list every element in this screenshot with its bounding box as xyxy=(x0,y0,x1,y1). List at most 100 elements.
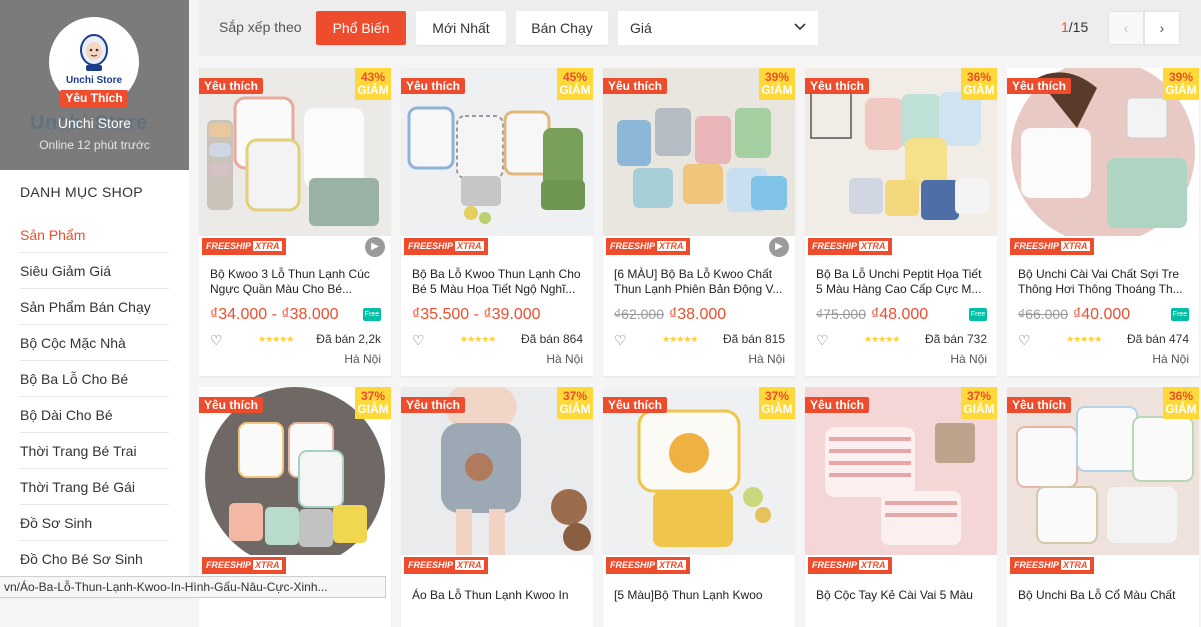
freeship-xtra-badge: FREESHIP XTRA xyxy=(202,238,286,255)
favorite-badge: Yêu thích xyxy=(199,397,264,413)
video-play-icon[interactable]: ▶ xyxy=(769,237,789,257)
sort-popular-button[interactable]: Phổ Biến xyxy=(316,11,406,45)
page-current: 1 xyxy=(1061,19,1069,35)
chevron-down-icon xyxy=(794,11,806,58)
category-item-home-shortsleeve[interactable]: Bộ Cộc Mặc Nhà xyxy=(20,325,169,361)
chevron-left-icon: ‹ xyxy=(1123,20,1129,36)
favorite-badge: Yêu thích xyxy=(805,397,870,413)
xtra-text: XTRA xyxy=(253,560,282,570)
product-card[interactable]: Yêu thích 37% GIẢM FREESHIP XTRA Bộ Cộc Ta… xyxy=(805,387,997,627)
product-name[interactable]: Bộ Ba Lỗ Kwoo Thun Lạnh Cho Bé 5 Màu Họa… xyxy=(412,267,584,297)
product-card[interactable]: Yêu thích 39% GIẢM FREESHIP XTRA ▶ [6 MÀU]… xyxy=(603,68,795,376)
video-play-icon[interactable]: ▶ xyxy=(365,237,385,257)
product-name[interactable]: Bộ Ba Lỗ Unchi Peptit Họa Tiết 5 Màu Hàn… xyxy=(816,267,988,297)
sort-bestseller-button[interactable]: Bán Chạy xyxy=(516,11,608,45)
category-item-products[interactable]: Sản Phẩm xyxy=(20,217,169,253)
freeship-text: FREESHIP xyxy=(1014,241,1060,251)
category-item-bestseller[interactable]: Sản Phẩm Bán Chạy xyxy=(20,289,169,325)
heart-icon[interactable]: ♡ xyxy=(1018,332,1031,349)
original-price: ₫75.000 xyxy=(816,306,867,322)
heart-icon[interactable]: ♡ xyxy=(412,332,425,349)
favorite-shop-badge: Yêu Thích xyxy=(60,90,128,107)
category-item-long-set[interactable]: Bộ Dài Cho Bé xyxy=(20,397,169,433)
rating-stars: ★★★★★ xyxy=(258,334,294,344)
price-value: ₫48.000 xyxy=(871,306,929,323)
free-ship-icon: Free xyxy=(363,308,381,321)
shop-logo-text: Unchi Store xyxy=(65,74,123,86)
rating-stars: ★★★★★ xyxy=(864,334,900,344)
price-value: ₫38.000 xyxy=(669,306,727,323)
product-name[interactable]: [6 MÀU] Bộ Ba Lỗ Kwoo Chất Thun Lạnh Phi… xyxy=(614,267,786,297)
favorite-badge: Yêu thích xyxy=(603,78,668,94)
xtra-text: XTRA xyxy=(1061,560,1090,570)
product-card[interactable]: Yêu thích 36% GIẢM FREESHIP XTRA Bộ Unchi … xyxy=(1007,387,1199,627)
product-name[interactable]: [5 Màu]Bộ Thun Lạnh Kwoo xyxy=(614,588,786,618)
product-location: Hà Nội xyxy=(344,352,381,366)
freeship-text: FREESHIP xyxy=(206,560,252,570)
sort-price-select[interactable]: Giá xyxy=(618,11,818,45)
discount-badge: 37% GIẢM xyxy=(961,387,997,419)
page-total: /15 xyxy=(1068,19,1089,35)
free-ship-icon: Free xyxy=(1171,308,1189,321)
freeship-xtra-badge: FREESHIP XTRA xyxy=(808,557,892,574)
discount-badge: 45% GIẢM xyxy=(557,68,593,100)
rating-stars: ★★★★★ xyxy=(460,334,496,344)
product-card[interactable]: Yêu thích 37% GIẢM FREESHIP XTRA Áo Ba Lỗ … xyxy=(401,387,593,627)
freeship-text: FREESHIP xyxy=(610,241,656,251)
product-name[interactable]: Bộ Kwoo 3 Lỗ Thun Lạnh Cúc Ngực Quần Màu… xyxy=(210,267,382,297)
product-location: Hà Nội xyxy=(748,352,785,366)
xtra-text: XTRA xyxy=(859,241,888,251)
discount-label: GIẢM xyxy=(761,402,793,416)
sold-count: Đã bán 474 xyxy=(1126,332,1189,346)
freeship-text: FREESHIP xyxy=(206,241,252,251)
browser-status-url: vn/Áo-Ba-Lỗ-Thun-Lạnh-Kwoo-In-Hình-Gấu-N… xyxy=(0,576,386,598)
heart-icon[interactable]: ♡ xyxy=(210,332,223,349)
product-name[interactable]: Áo Ba Lỗ Thun Lạnh Kwoo In xyxy=(412,588,584,618)
discount-label: GIẢM xyxy=(559,83,591,97)
product-card[interactable]: Yêu thích 43% GIẢM FREESHIP XTRA ▶ Bộ Kwoo… xyxy=(199,68,391,376)
product-price: ₫75.000 ₫48.000 xyxy=(816,306,928,324)
product-name[interactable]: Bộ Unchi Cài Vai Chất Sợi Tre Thông Hơi … xyxy=(1018,267,1190,297)
prev-page-button[interactable]: ‹ xyxy=(1108,11,1144,45)
favorite-badge: Yêu thích xyxy=(1007,78,1072,94)
category-item-newborn[interactable]: Đồ Sơ Sinh xyxy=(20,505,169,541)
sort-label: Sắp xếp theo xyxy=(219,19,302,35)
heart-icon[interactable]: ♡ xyxy=(816,332,829,349)
shop-logo-icon xyxy=(80,33,108,71)
freeship-xtra-badge: FREESHIP XTRA xyxy=(808,238,892,255)
discount-badge: 37% GIẢM xyxy=(557,387,593,419)
discount-badge: 36% GIẢM xyxy=(1163,387,1199,419)
category-item-newborn-baby[interactable]: Đồ Cho Bé Sơ Sinh xyxy=(20,541,169,577)
product-card[interactable]: Yêu thích 36% GIẢM FREESHIP XTRA Bộ Ba Lỗ … xyxy=(805,68,997,376)
heart-icon[interactable]: ♡ xyxy=(614,332,627,349)
product-card[interactable]: Yêu thích 39% GIẢM FREESHIP XTRA Bộ Unchi … xyxy=(1007,68,1199,376)
next-page-button[interactable]: › xyxy=(1144,11,1180,45)
product-card[interactable]: Yêu thích 37% GIẢM FREESHIP XTRA [5 Màu]Bộ… xyxy=(603,387,795,627)
product-name[interactable]: Bộ Cộc Tay Kẻ Cài Vai 5 Màu xyxy=(816,588,988,618)
product-card[interactable]: Yêu thích 45% GIẢM FREESHIP XTRA Bộ Ba Lỗ … xyxy=(401,68,593,376)
category-item-super-sale[interactable]: Siêu Giảm Giá xyxy=(20,253,169,289)
discount-label: GIẢM xyxy=(1165,83,1197,97)
freeship-text: FREESHIP xyxy=(812,241,858,251)
sort-newest-button[interactable]: Mới Nhất xyxy=(416,11,506,45)
freeship-xtra-badge: FREESHIP XTRA xyxy=(404,557,488,574)
category-item-girl-fashion[interactable]: Thời Trang Bé Gái xyxy=(20,469,169,505)
product-location: Hà Nội xyxy=(546,352,583,366)
product-name[interactable]: Bộ Unchi Ba Lỗ Cổ Màu Chất xyxy=(1018,588,1190,618)
sort-bar: Sắp xếp theo Phổ Biến Mới Nhất Bán Chạy … xyxy=(199,0,1201,56)
freeship-text: FREESHIP xyxy=(1014,560,1060,570)
category-item-tanktop-set[interactable]: Bộ Ba Lỗ Cho Bé xyxy=(20,361,169,397)
freeship-xtra-badge: FREESHIP XTRA xyxy=(202,557,286,574)
xtra-text: XTRA xyxy=(253,241,282,251)
original-price: ₫66.000 xyxy=(1018,306,1069,322)
chevron-right-icon: › xyxy=(1159,20,1165,36)
category-item-boy-fashion[interactable]: Thời Trang Bé Trai xyxy=(20,433,169,469)
sold-count: Đã bán 2,2k xyxy=(316,332,381,346)
discount-label: GIẢM xyxy=(357,402,389,416)
shop-header: Unchi Store Unchi Store Yêu Thích Unchi … xyxy=(0,0,189,170)
favorite-badge: Yêu thích xyxy=(401,78,466,94)
product-location: Hà Nội xyxy=(1152,352,1189,366)
page-indicator: 1/15 xyxy=(1061,19,1088,35)
shop-name[interactable]: Unchi Store xyxy=(0,115,189,131)
rating-stars: ★★★★★ xyxy=(662,334,698,344)
